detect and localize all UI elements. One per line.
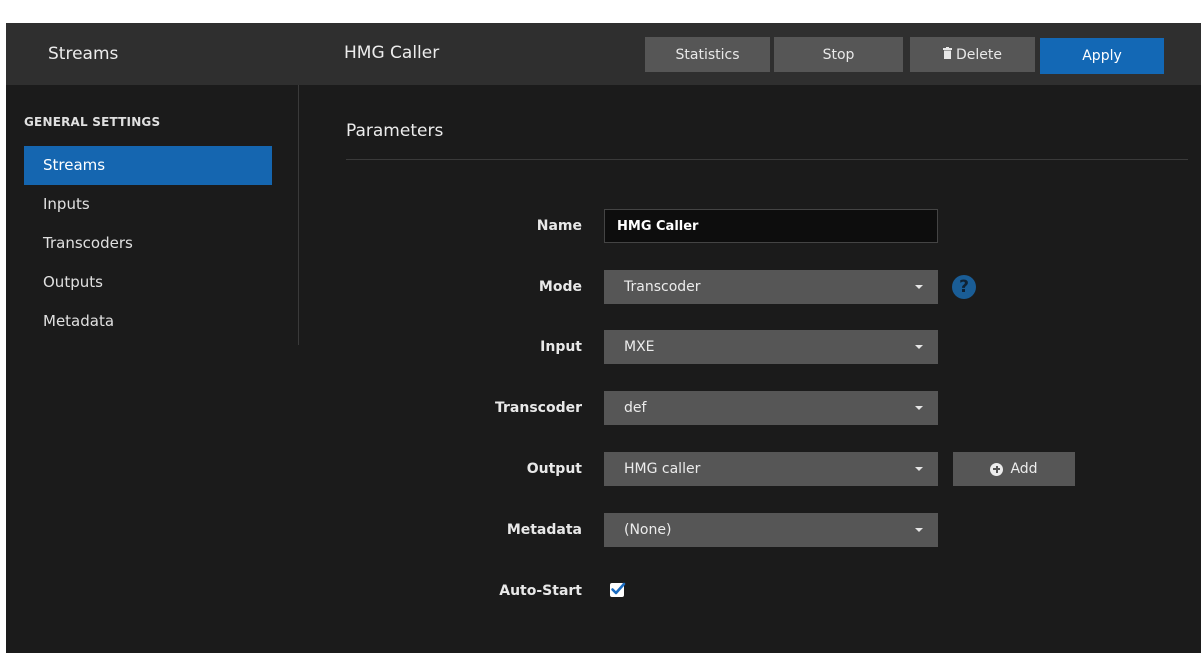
chevron-down-icon — [915, 528, 923, 532]
header-section-title: Streams — [48, 44, 119, 64]
trash-icon — [943, 46, 952, 63]
transcoder-select[interactable]: def — [604, 391, 938, 425]
chevron-down-icon — [915, 285, 923, 289]
transcoder-label: Transcoder — [494, 400, 582, 416]
sidebar-item-label: Transcoders — [43, 234, 133, 252]
help-icon-glyph: ? — [959, 277, 969, 297]
output-row: Output HMG caller Add — [346, 452, 1188, 486]
input-select-value: MXE — [624, 339, 655, 355]
sidebar-item-outputs[interactable]: Outputs — [24, 263, 272, 302]
sidebar-heading: GENERAL SETTINGS — [24, 115, 161, 129]
section-divider — [346, 159, 1188, 160]
apply-button[interactable]: Apply — [1040, 38, 1164, 74]
sidebar-item-transcoders[interactable]: Transcoders — [24, 224, 272, 263]
input-select[interactable]: MXE — [604, 330, 938, 364]
sidebar-item-streams[interactable]: Streams — [24, 146, 272, 185]
output-select-value: HMG caller — [624, 461, 701, 477]
metadata-select[interactable]: (None) — [604, 513, 938, 547]
delete-button-label: Delete — [956, 46, 1002, 63]
chevron-down-icon — [915, 467, 923, 471]
sidebar-item-inputs[interactable]: Inputs — [24, 185, 272, 224]
header-bar: Streams HMG Caller Statistics Stop Delet… — [6, 23, 1201, 85]
add-output-button-label: Add — [1010, 461, 1038, 477]
auto-start-label: Auto-Start — [499, 583, 582, 599]
metadata-select-value: (None) — [624, 522, 672, 538]
stop-button-label: Stop — [822, 46, 855, 63]
add-output-button[interactable]: Add — [953, 452, 1075, 486]
checkmark-icon — [611, 582, 626, 595]
sidebar: GENERAL SETTINGS Streams Inputs Transcod… — [6, 85, 299, 345]
input-label: Input — [540, 339, 582, 355]
auto-start-checkbox[interactable] — [610, 582, 626, 597]
app-window: Streams HMG Caller Statistics Stop Delet… — [6, 23, 1201, 653]
delete-button[interactable]: Delete — [910, 37, 1035, 72]
output-select[interactable]: HMG caller — [604, 452, 938, 486]
transcoder-row: Transcoder def — [346, 391, 1188, 425]
chevron-down-icon — [915, 345, 923, 349]
mode-select[interactable]: Transcoder — [604, 270, 938, 304]
statistics-button[interactable]: Statistics — [645, 37, 770, 72]
mode-select-value: Transcoder — [624, 279, 701, 295]
metadata-label: Metadata — [506, 522, 582, 538]
apply-button-label: Apply — [1082, 48, 1122, 64]
sidebar-item-label: Streams — [43, 156, 106, 174]
mode-row: Mode Transcoder ? — [346, 270, 1188, 304]
sidebar-item-label: Outputs — [43, 273, 103, 291]
mode-label: Mode — [538, 279, 582, 295]
help-icon[interactable]: ? — [952, 275, 976, 299]
chevron-down-icon — [915, 406, 923, 410]
output-label: Output — [526, 461, 582, 477]
name-input[interactable] — [604, 209, 938, 243]
section-title: Parameters — [346, 121, 444, 141]
sidebar-item-metadata[interactable]: Metadata — [24, 302, 272, 341]
stop-button[interactable]: Stop — [774, 37, 903, 72]
input-row: Input MXE — [346, 330, 1188, 364]
plus-circle-icon — [990, 462, 1004, 476]
page-title: HMG Caller — [344, 43, 440, 63]
transcoder-select-value: def — [624, 400, 647, 416]
auto-start-row: Auto-Start — [346, 574, 1188, 608]
name-label: Name — [536, 218, 582, 234]
statistics-button-label: Statistics — [675, 46, 740, 63]
metadata-row: Metadata (None) — [346, 513, 1188, 547]
name-row: Name — [346, 209, 1188, 243]
sidebar-item-label: Inputs — [43, 195, 90, 213]
sidebar-item-label: Metadata — [43, 312, 115, 330]
